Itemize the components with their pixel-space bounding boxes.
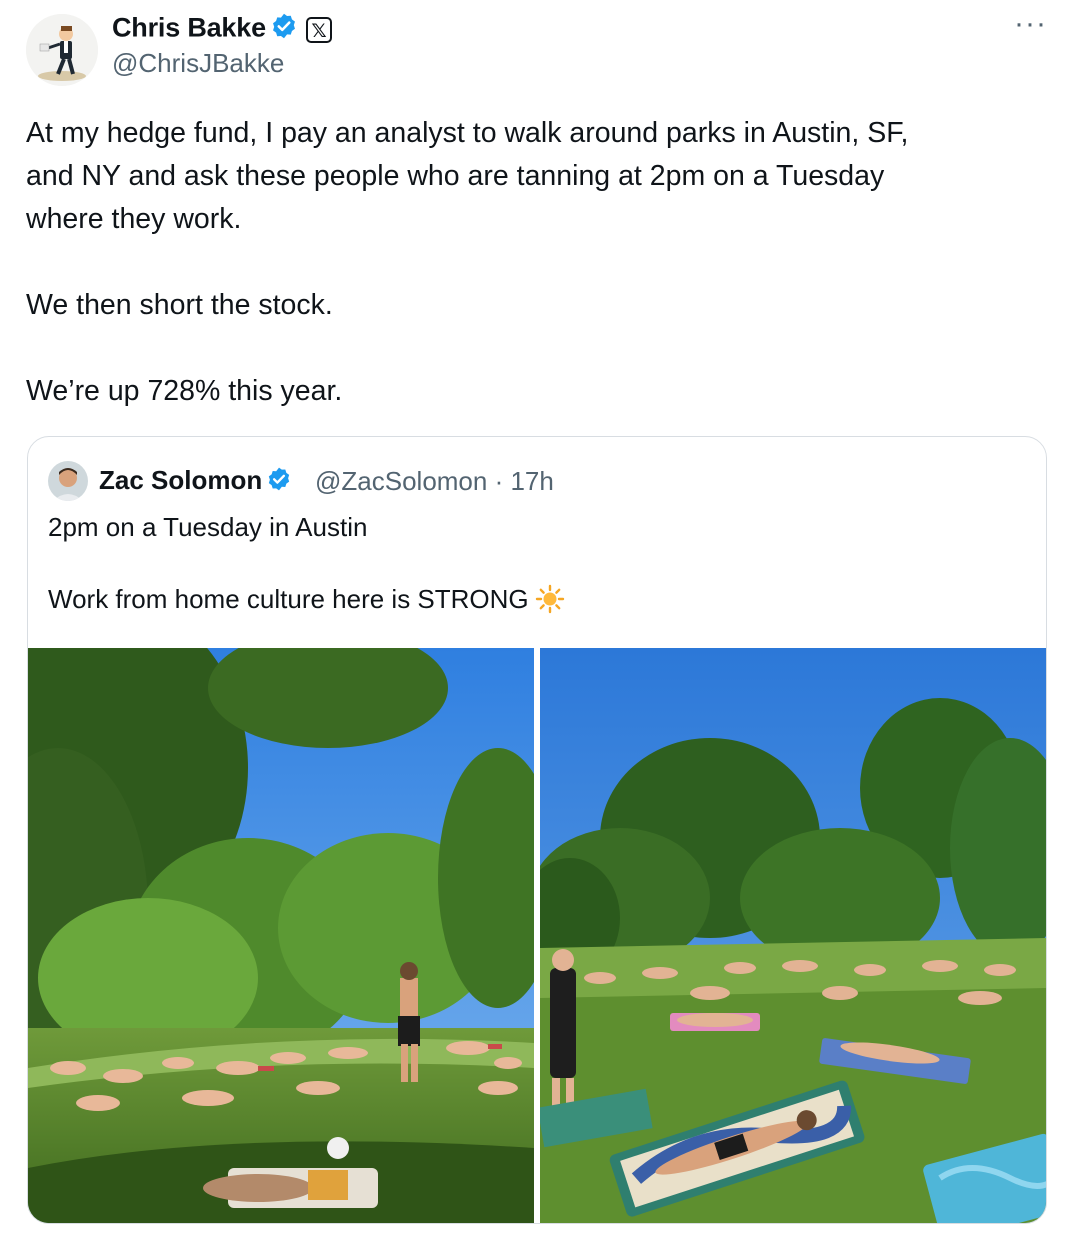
verified-badge-icon (270, 12, 298, 47)
park-photo-right[interactable] (540, 648, 1046, 1223)
quoted-author-name-row[interactable]: Zac Solomon (99, 465, 292, 499)
tweet-paragraph-3: We’re up 728% this year. (26, 375, 343, 407)
tweet-text: At my hedge fund, I pay an analyst to wa… (26, 112, 1026, 413)
sun-icon (535, 584, 565, 623)
quoted-author-name[interactable]: Zac Solomon (99, 465, 262, 495)
author-avatar[interactable] (26, 14, 98, 86)
tweet-paragraph-2: We then short the stock. (26, 289, 333, 321)
tweet-line-2: and NY and ask these people who are tann… (26, 160, 885, 192)
tweet-line-3: where they work. (26, 203, 242, 235)
author-name-row[interactable]: Chris Bakke 𝕏 (112, 12, 332, 47)
quoted-text-line-1: 2pm on a Tuesday in Austin (48, 512, 368, 542)
quoted-text-line-2-label: Work from home culture here is STRONG (48, 584, 529, 614)
author-name[interactable]: Chris Bakke (112, 13, 266, 43)
more-options-icon[interactable]: ··· (1014, 9, 1047, 39)
quoted-text: 2pm on a Tuesday in Austin Work from hom… (48, 509, 565, 623)
tweet-line-1: At my hedge fund, I pay an analyst to wa… (26, 117, 909, 149)
quoted-handle-time[interactable]: @ZacSolomon · 17h (315, 466, 554, 497)
park-photo-left[interactable] (28, 648, 534, 1223)
quoted-tweet-card[interactable]: Zac Solomon @ZacSolomon · 17h 2pm on a T… (27, 436, 1047, 1224)
quoted-author-avatar[interactable] (48, 461, 88, 501)
quoted-text-line-2: Work from home culture here is STRONG (48, 581, 565, 623)
x-logo-icon: 𝕏 (305, 16, 332, 43)
author-handle[interactable]: @ChrisJBakke (112, 48, 284, 79)
quoted-verified-badge-icon (266, 466, 292, 499)
